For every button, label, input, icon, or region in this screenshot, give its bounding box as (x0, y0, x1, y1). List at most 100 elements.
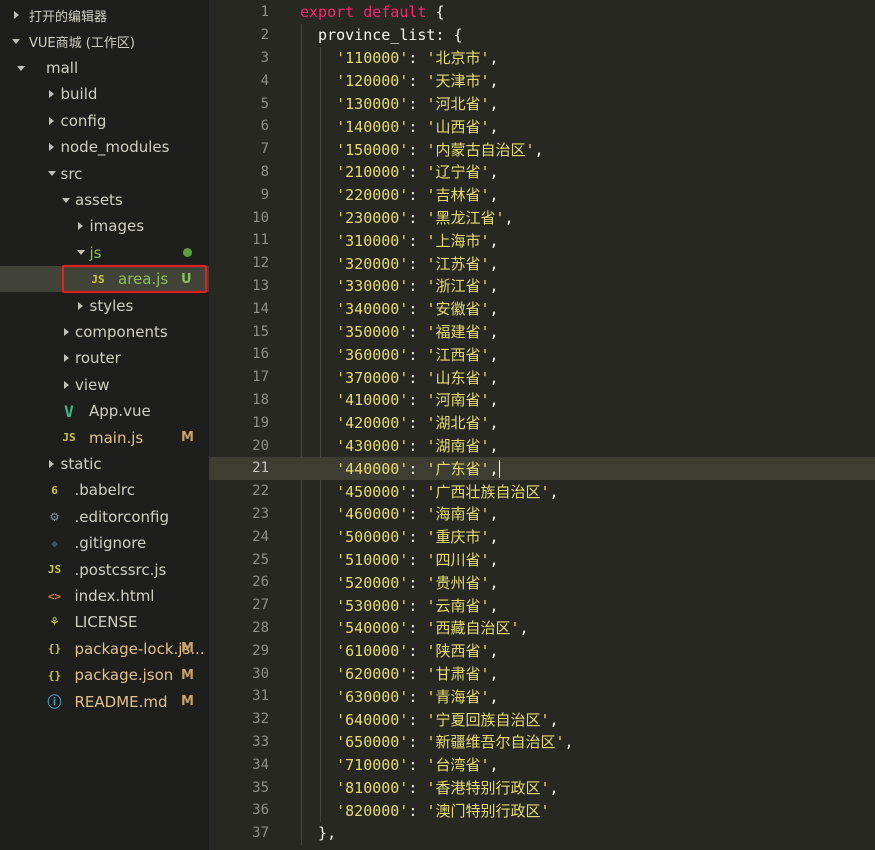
code-text: '330000': '浙江省', (336, 277, 499, 296)
code-line[interactable]: 14 '340000': '安徽省', (209, 297, 875, 320)
code-line[interactable]: 9 '220000': '吉林省', (209, 183, 875, 206)
open-editors-header[interactable]: 打开的编辑器 (0, 2, 209, 28)
code-line[interactable]: 23 '460000': '海南省', (209, 503, 875, 526)
folder-item[interactable]: mall (0, 55, 209, 81)
file-item[interactable]: 6 .babelrc (0, 477, 209, 503)
folder-item[interactable]: view (0, 372, 209, 398)
line-number: 37 (252, 825, 269, 842)
line-number: 27 (252, 597, 269, 614)
line-number: 7 (260, 141, 269, 158)
code-line[interactable]: 12 '320000': '江苏省', (209, 252, 875, 275)
code-line[interactable]: 26 '520000': '贵州省', (209, 571, 875, 594)
code-line[interactable]: 34 '710000': '台湾省', (209, 753, 875, 776)
code-line[interactable]: 30 '620000': '甘肃省', (209, 662, 875, 685)
tree-item-label: js (89, 243, 102, 262)
file-item[interactable]: ⚙ .editorconfig (0, 504, 209, 530)
code-line[interactable]: 8 '210000': '辽宁省', (209, 161, 875, 184)
code-line[interactable]: 3 '110000': '北京市', (209, 47, 875, 70)
file-item[interactable]: {} package.json M (0, 662, 209, 688)
folder-item[interactable]: assets (0, 187, 209, 213)
line-number: 33 (252, 733, 269, 750)
line-number: 28 (252, 619, 269, 636)
folder-item[interactable]: styles (0, 293, 209, 319)
file-item[interactable]: ◆ .gitignore (0, 530, 209, 556)
tree-item-label: static (60, 455, 102, 473)
folder-item[interactable]: router (0, 345, 209, 371)
code-text: }, (300, 824, 337, 843)
folder-item[interactable]: build (0, 81, 209, 107)
code-line[interactable]: 33 '650000': '新疆维吾尔自治区', (209, 731, 875, 754)
code-line[interactable]: 35 '810000': '香港特别行政区', (209, 776, 875, 799)
file-item[interactable]: {} package-lock.js... M (0, 636, 209, 662)
code-line[interactable]: 20 '430000': '湖南省', (209, 434, 875, 457)
chevron-right-icon (61, 353, 71, 363)
code-line[interactable]: 17 '370000': '山东省', (209, 366, 875, 389)
folder-item[interactable]: components (0, 319, 209, 345)
html-file-icon: <> (47, 589, 62, 603)
code-text: export default { (300, 3, 445, 22)
file-item[interactable]: JS .postcssrc.js (0, 557, 209, 583)
line-number: 34 (252, 756, 269, 773)
code-line[interactable]: 6 '140000': '山西省', (209, 115, 875, 138)
file-item[interactable]: <> index.html (0, 583, 209, 609)
code-line[interactable]: 7 '150000': '内蒙古自治区', (209, 138, 875, 161)
code-line[interactable]: 32 '640000': '宁夏回族自治区', (209, 708, 875, 731)
code-line[interactable]: 19 '420000': '湖北省', (209, 411, 875, 434)
explorer-sidebar: 打开的编辑器 VUE商城 (工作区) mall build config node_m… (0, 0, 209, 850)
code-line[interactable]: 13 '330000': '浙江省', (209, 275, 875, 298)
file-item[interactable]: JS main.js M (0, 425, 209, 451)
code-line[interactable]: 25 '510000': '四川省', (209, 548, 875, 571)
workspace-label: VUE商城 (工作区) (29, 35, 135, 51)
folder-item[interactable]: js (0, 240, 209, 266)
tree-item-label: index.html (74, 587, 155, 605)
code-line[interactable]: 5 '130000': '河北省', (209, 92, 875, 115)
line-number: 12 (252, 255, 269, 272)
code-line[interactable]: 37 }, (209, 822, 875, 845)
code-line[interactable]: 16 '360000': '江西省', (209, 343, 875, 366)
code-line[interactable]: 21 '440000': '广东省', (209, 457, 875, 480)
chevron-right-icon (61, 327, 71, 337)
code-line[interactable]: 10 '230000': '黑龙江省', (209, 206, 875, 229)
workspace-header[interactable]: VUE商城 (工作区) (0, 28, 209, 54)
chevron-right-icon (47, 89, 57, 99)
line-number: 8 (260, 163, 269, 180)
code-text: '320000': '江苏省', (336, 254, 499, 273)
code-text: '310000': '上海市', (336, 231, 499, 250)
code-editor[interactable]: 1 export default { 2 province_list: {3 '11… (209, 0, 875, 850)
code-line[interactable]: 4 '120000': '天津市', (209, 69, 875, 92)
line-number: 18 (252, 391, 269, 408)
chevron-down-icon (61, 195, 71, 205)
line-number: 1 (260, 4, 269, 21)
git-icon: ◆ (51, 536, 58, 550)
code-line[interactable]: 15 '350000': '福建省', (209, 320, 875, 343)
code-line[interactable]: 24 '500000': '重庆市', (209, 525, 875, 548)
code-line[interactable]: 29 '610000': '陕西省', (209, 639, 875, 662)
code-text: '630000': '青海省', (336, 687, 499, 706)
code-text: '510000': '四川省', (336, 551, 499, 570)
tree-item-label: LICENSE (74, 613, 138, 632)
folder-item[interactable]: node_modules (0, 134, 209, 160)
code-line[interactable]: 27 '530000': '云南省', (209, 594, 875, 617)
code-line[interactable]: 31 '630000': '青海省', (209, 685, 875, 708)
folder-item[interactable]: images (0, 213, 209, 239)
chevron-right-icon (11, 10, 21, 20)
code-text: '820000': '澳门特别行政区' (336, 801, 550, 820)
chevron-right-icon (47, 459, 57, 469)
file-item[interactable]: ⓘ README.md M (0, 689, 209, 715)
code-line[interactable]: 1 export default { (209, 1, 875, 24)
code-line[interactable]: 2 province_list: { (209, 24, 875, 47)
tree-item-label: .gitignore (74, 534, 147, 553)
file-item[interactable]: V App.vue (0, 398, 209, 424)
code-line[interactable]: 11 '310000': '上海市', (209, 229, 875, 252)
line-number: 2 (260, 27, 269, 44)
code-line[interactable]: 36 '820000': '澳门特别行政区' (209, 799, 875, 822)
folder-item[interactable]: config (0, 108, 209, 134)
line-number: 6 (260, 118, 269, 135)
code-line[interactable]: 28 '540000': '西藏自治区', (209, 617, 875, 640)
code-line[interactable]: 22 '450000': '广西壮族自治区', (209, 480, 875, 503)
file-item[interactable]: ⚘ LICENSE (0, 609, 209, 635)
code-line[interactable]: 18 '410000': '河南省', (209, 389, 875, 412)
folder-item[interactable]: src (0, 161, 209, 187)
folder-item[interactable]: static (0, 451, 209, 477)
code-text: '150000': '内蒙古自治区', (336, 140, 544, 159)
